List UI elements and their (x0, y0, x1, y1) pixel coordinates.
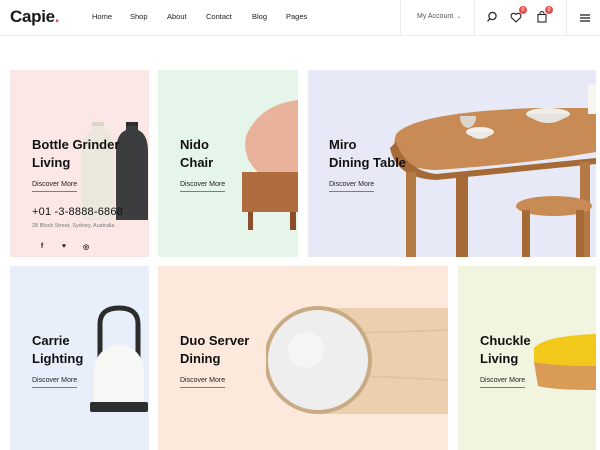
cart-button[interactable]: 0 (535, 6, 553, 24)
header-divider (566, 0, 567, 36)
site-header: Capie. Home Shop About Contact Blog Page… (0, 0, 600, 36)
card-title: Carrie Lighting (32, 333, 84, 366)
card-chuckle-living[interactable]: Chuckle Living Discover More (458, 266, 596, 450)
chair-image (242, 100, 298, 230)
card-miro-dining-table[interactable]: Miro Dining Table Discover More (308, 70, 596, 257)
nav-pages[interactable]: Pages (286, 12, 307, 21)
cart-count-badge: 0 (545, 6, 553, 14)
discover-more-link[interactable]: Discover More (180, 377, 226, 388)
header-divider (400, 0, 401, 36)
my-account-dropdown[interactable]: My Account ⌄ (417, 13, 461, 20)
wishlist-button[interactable]: 0 (509, 6, 527, 24)
discover-more-link[interactable]: Discover More (480, 377, 526, 388)
card-title: Miro Dining Table (329, 137, 407, 170)
contact-phone: +01 -3-8888-6868 (32, 206, 123, 218)
logo[interactable]: Capie. (10, 7, 60, 27)
card-title: Nido Chair (180, 137, 214, 170)
contact-address: 28 Block Street, Sydney, Australia (32, 223, 115, 229)
card-duo-server-dining[interactable]: Duo Server Dining Discover More (158, 266, 448, 450)
card-title: Chuckle Living (480, 333, 531, 366)
search-icon[interactable] (485, 10, 499, 24)
header-divider (474, 0, 475, 36)
discover-more-link[interactable]: Discover More (180, 181, 226, 192)
nav-home[interactable]: Home (92, 12, 112, 21)
instagram-icon[interactable]: ◎ (81, 243, 91, 253)
lamp-image (90, 305, 148, 412)
nav-contact[interactable]: Contact (206, 12, 232, 21)
twitter-icon[interactable]: ♥ (59, 243, 69, 253)
discover-more-link[interactable]: Discover More (32, 377, 78, 388)
wishlist-count-badge: 0 (519, 6, 527, 14)
stool-image (534, 334, 596, 390)
nav-shop[interactable]: Shop (130, 12, 148, 21)
card-nido-chair[interactable]: Nido Chair Discover More (158, 70, 298, 257)
card-carrie-lighting[interactable]: Carrie Lighting Discover More (10, 266, 149, 450)
hamburger-icon[interactable] (579, 11, 593, 25)
nav-blog[interactable]: Blog (252, 12, 267, 21)
nav-about[interactable]: About (167, 12, 187, 21)
chevron-down-icon: ⌄ (456, 14, 462, 20)
board-image (266, 306, 448, 414)
dining-table-image (390, 84, 596, 257)
discover-more-link[interactable]: Discover More (329, 181, 375, 192)
card-bottle-grinder[interactable]: Bottle Grinder Living Discover More +01 -… (10, 70, 149, 257)
card-title: Duo Server Dining (180, 333, 250, 366)
facebook-icon[interactable]: f (37, 243, 47, 253)
card-title: Bottle Grinder Living (32, 137, 120, 170)
discover-more-link[interactable]: Discover More (32, 181, 78, 192)
